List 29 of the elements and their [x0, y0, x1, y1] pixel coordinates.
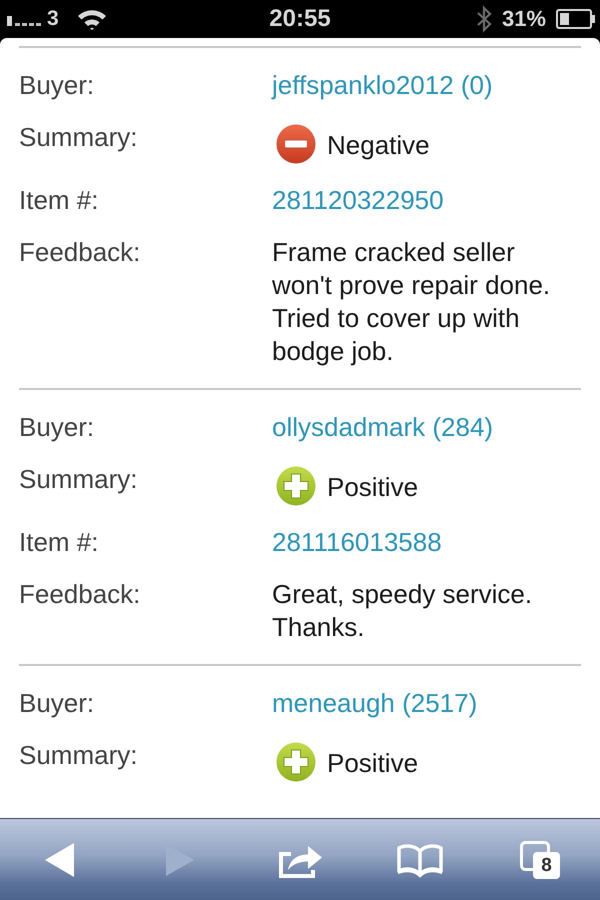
buyer-link[interactable]: ollysdadmark (284)	[272, 411, 494, 444]
feedback-text: Great, speedy service. Thanks.	[272, 578, 534, 644]
open-book-icon	[396, 842, 444, 878]
rating-text: Negative	[327, 129, 430, 162]
clock-time: 20:55	[269, 5, 331, 33]
field-label: Summary:	[19, 739, 138, 772]
tabs-button[interactable]: 8	[516, 836, 564, 882]
field-label: Feedback:	[19, 236, 140, 269]
feedback-text: Frame cracked seller won't prove repair done. Tried to cover up with bodge job.	[272, 236, 552, 368]
field-label: Item #:	[19, 184, 98, 217]
bluetooth-icon	[476, 5, 492, 33]
buyer-link[interactable]: meneaugh (2517)	[272, 687, 478, 720]
wifi-icon	[76, 8, 107, 30]
battery-icon	[556, 9, 596, 29]
field-label: Feedback:	[19, 578, 140, 611]
rating-text: Positive	[327, 471, 418, 504]
field-label: Summary:	[19, 463, 138, 496]
battery-percent: 31%	[502, 6, 546, 32]
item-number-link[interactable]: 281116013588	[272, 526, 442, 559]
field-label: Item #:	[19, 526, 98, 559]
field-label: Buyer:	[19, 411, 94, 444]
back-arrow-icon	[44, 842, 76, 878]
field-label: Summary:	[19, 121, 138, 154]
rating-text: Positive	[327, 747, 418, 780]
carrier-name: 3	[47, 7, 59, 31]
field-label: Buyer:	[19, 69, 94, 102]
buyer-link[interactable]: jeffspanklo2012 (0)	[272, 69, 493, 102]
item-number-link[interactable]: 281120322950	[272, 184, 444, 217]
field-label: Buyer:	[19, 687, 94, 720]
